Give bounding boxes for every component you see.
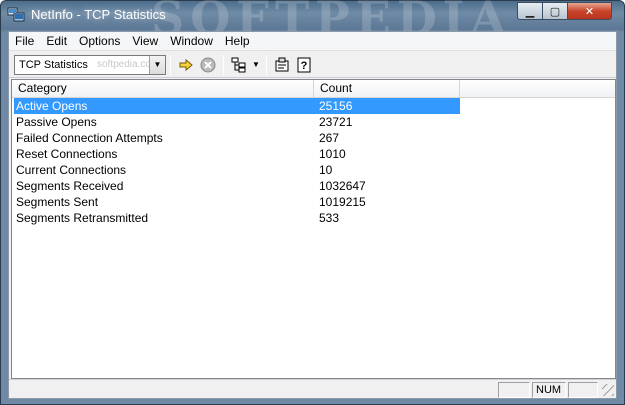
minimize-button[interactable]: ▁ bbox=[517, 2, 543, 20]
row-count: 533 bbox=[319, 211, 340, 225]
menu-edit[interactable]: Edit bbox=[40, 32, 73, 50]
menu-file[interactable]: File bbox=[9, 32, 40, 50]
resize-grip[interactable] bbox=[602, 384, 614, 396]
properties-button[interactable] bbox=[271, 54, 293, 76]
table-row[interactable]: Segments Received 1032647 bbox=[12, 178, 615, 194]
menu-help[interactable]: Help bbox=[219, 32, 256, 50]
tree-button[interactable] bbox=[228, 54, 250, 76]
row-count: 1032647 bbox=[319, 179, 366, 193]
table-row[interactable]: Segments Sent 1019215 bbox=[12, 194, 615, 210]
row-category: Segments Received bbox=[16, 179, 124, 193]
status-num-lock: NUM bbox=[532, 382, 566, 398]
help-button[interactable]: ? bbox=[293, 54, 315, 76]
title-bar[interactable]: SOFTPEDIA NetInfo - TCP Statistics ▁ ▢ ✕ bbox=[1, 0, 624, 45]
status-pane-empty bbox=[498, 382, 530, 398]
statistics-combo[interactable]: TCP Statistics softpedia.com ▼ bbox=[14, 54, 166, 75]
table-row[interactable]: Active Opens 25156 bbox=[12, 98, 615, 114]
menu-options[interactable]: Options bbox=[73, 32, 126, 50]
column-header-category[interactable]: Category bbox=[12, 80, 314, 98]
go-arrow-icon bbox=[179, 58, 193, 71]
go-button[interactable] bbox=[175, 54, 197, 76]
window-title: NetInfo - TCP Statistics bbox=[31, 7, 166, 22]
toolbar-separator bbox=[170, 54, 171, 75]
toolbar-separator bbox=[223, 54, 224, 75]
row-count: 1019215 bbox=[319, 195, 366, 209]
row-category: Reset Connections bbox=[16, 147, 118, 161]
table-row[interactable]: Passive Opens 23721 bbox=[12, 114, 615, 130]
svg-text:?: ? bbox=[301, 60, 308, 72]
status-pane-empty bbox=[568, 382, 598, 398]
table-row[interactable]: Segments Retransmitted 533 bbox=[12, 210, 615, 226]
app-window: SOFTPEDIA NetInfo - TCP Statistics ▁ ▢ ✕… bbox=[0, 0, 625, 405]
chevron-down-icon[interactable]: ▼ bbox=[149, 55, 165, 74]
column-header-count[interactable]: Count bbox=[314, 80, 460, 98]
help-icon: ? bbox=[297, 57, 311, 72]
row-category: Current Connections bbox=[16, 163, 127, 177]
column-header-filler bbox=[460, 80, 615, 98]
stop-button[interactable] bbox=[197, 54, 219, 76]
row-count: 1010 bbox=[319, 147, 346, 161]
table-row[interactable]: Current Connections 10 bbox=[12, 162, 615, 178]
row-category: Failed Connection Attempts bbox=[16, 131, 163, 145]
network-tree-icon bbox=[231, 57, 246, 72]
table-row[interactable]: Reset Connections 1010 bbox=[12, 146, 615, 162]
row-count: 267 bbox=[319, 131, 340, 145]
row-count: 25156 bbox=[319, 99, 353, 113]
maximize-button[interactable]: ▢ bbox=[542, 2, 568, 20]
row-category: Passive Opens bbox=[16, 115, 97, 129]
list-header: Category Count bbox=[12, 80, 615, 98]
row-category: Segments Sent bbox=[16, 195, 99, 209]
statistics-list[interactable]: Category Count Active Opens 25156 Passiv… bbox=[11, 79, 616, 379]
netinfo-app-icon bbox=[7, 7, 25, 22]
menu-bar: File Edit Options View Window Help bbox=[9, 32, 616, 51]
toolbar: TCP Statistics softpedia.com ▼ ▼ ? bbox=[9, 52, 616, 78]
row-count: 23721 bbox=[319, 115, 353, 129]
client-area: File Edit Options View Window Help TCP S… bbox=[8, 31, 617, 399]
toolbar-separator bbox=[266, 54, 267, 75]
row-category: Active Opens bbox=[16, 99, 88, 113]
close-button[interactable]: ✕ bbox=[567, 2, 612, 20]
row-category: Segments Retransmitted bbox=[16, 211, 149, 225]
tree-dropdown[interactable]: ▼ bbox=[250, 54, 262, 76]
menu-view[interactable]: View bbox=[126, 32, 164, 50]
combo-value: TCP Statistics bbox=[19, 58, 88, 71]
stop-icon bbox=[200, 57, 216, 72]
row-count: 10 bbox=[319, 163, 333, 177]
status-bar: NUM bbox=[9, 379, 616, 398]
menu-window[interactable]: Window bbox=[164, 32, 219, 50]
list-rows: Active Opens 25156 Passive Opens 23721 F… bbox=[12, 98, 615, 226]
properties-icon bbox=[275, 57, 289, 71]
table-row[interactable]: Failed Connection Attempts 267 bbox=[12, 130, 615, 146]
